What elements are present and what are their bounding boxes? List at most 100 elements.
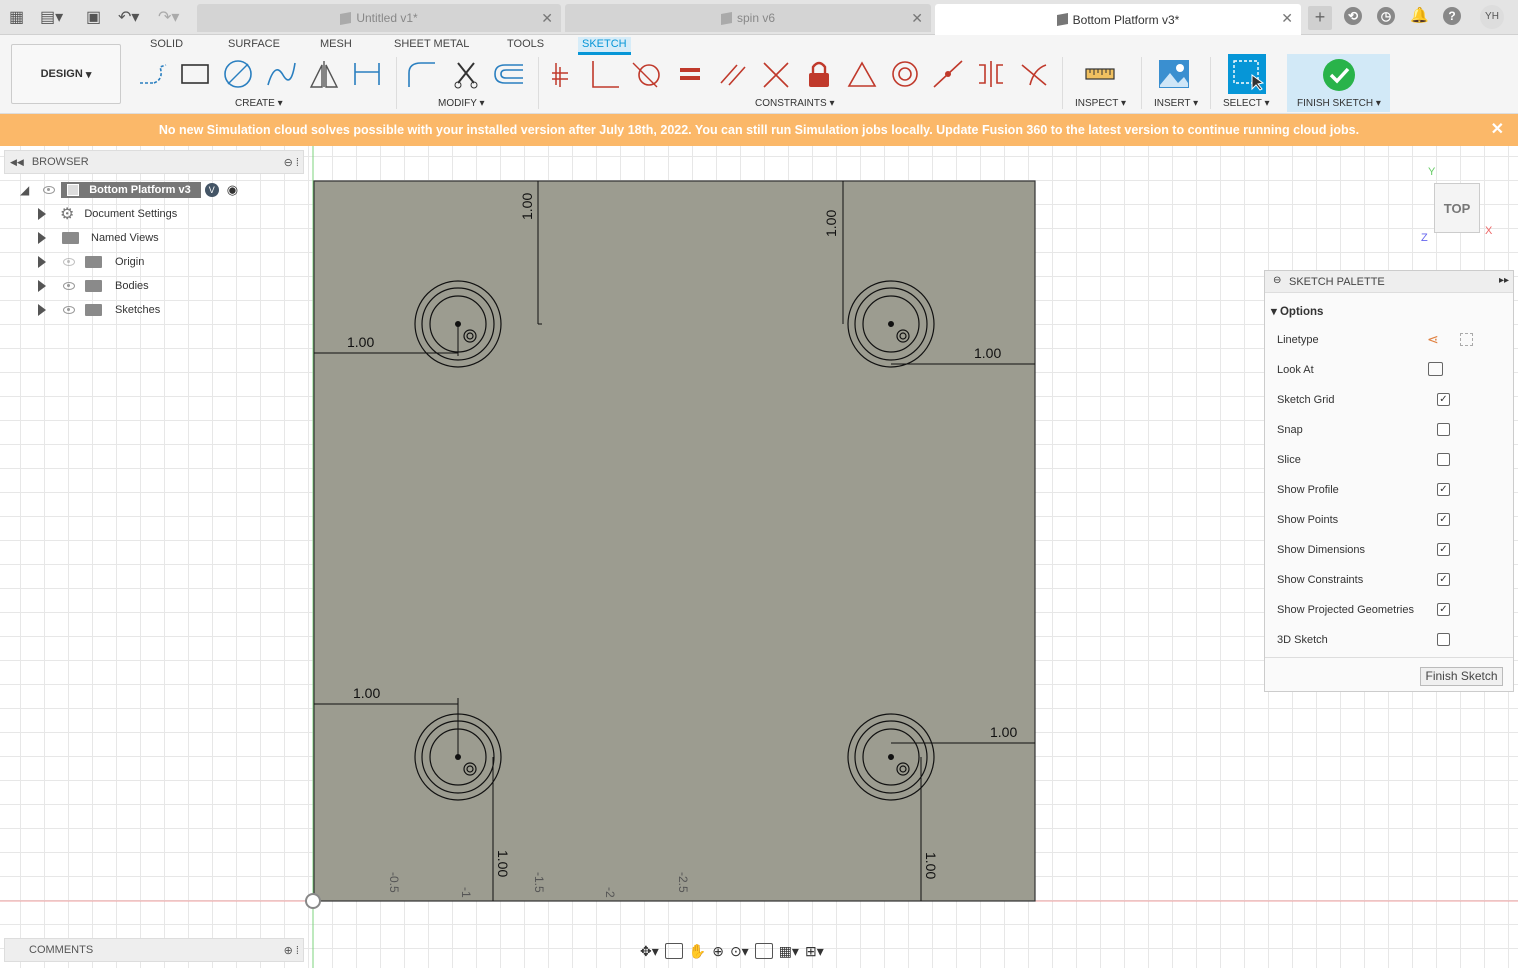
tab-spin[interactable]: spin v6 ✕ [565, 4, 931, 32]
select-icon[interactable] [1228, 54, 1266, 94]
tab-untitled[interactable]: Untitled v1* ✕ [197, 4, 561, 32]
offset-tool-icon[interactable] [492, 55, 526, 93]
expand-arrow-icon[interactable] [38, 256, 46, 268]
tab-bottom-platform[interactable]: Bottom Platform v3* ✕ [935, 4, 1301, 35]
finish-sketch-button[interactable]: FINISH SKETCH ▾ [1287, 54, 1390, 112]
banner-close-icon[interactable]: ✕ [1491, 114, 1504, 146]
minimize-icon[interactable]: ⊖ ⁞ [284, 156, 299, 169]
tab-sketch[interactable]: SKETCH [578, 37, 631, 55]
centerline-linetype-icon[interactable] [1460, 333, 1473, 346]
symmetry-icon[interactable] [974, 55, 1008, 93]
version-icon[interactable]: V [204, 183, 219, 197]
construction-linetype-icon[interactable]: ⋖ [1427, 331, 1439, 348]
show-profile-checkbox[interactable]: ✓ [1437, 483, 1450, 496]
hidden-eye-icon[interactable] [63, 258, 75, 266]
slice-checkbox[interactable] [1437, 453, 1450, 466]
job-status-icon[interactable]: ◷ [1377, 7, 1395, 25]
palette-header[interactable]: ⊖ SKETCH PALETTE ▸▸ [1265, 271, 1513, 293]
browser-panel-header[interactable]: ◀◀ BROWSER ⊖ ⁞ [4, 150, 304, 174]
perpendicular-icon[interactable] [588, 55, 622, 93]
fit-zoom-icon[interactable]: ⊙▾ [730, 943, 749, 960]
sketch-grid-checkbox[interactable]: ✓ [1437, 393, 1450, 406]
expand-arrow-icon[interactable] [38, 304, 46, 316]
expand-triangle-icon[interactable]: ◢ [20, 183, 29, 197]
rectangle-tool-icon[interactable] [178, 55, 212, 93]
options-section-header[interactable]: ▾ Options [1271, 304, 1323, 318]
redo-icon[interactable]: ↷▾ [158, 7, 179, 27]
activate-radio-icon[interactable]: ◉ [227, 182, 238, 198]
browser-item-sketches[interactable]: Sketches [38, 300, 160, 320]
parallel-icon[interactable] [716, 55, 750, 93]
close-icon[interactable]: ✕ [541, 10, 553, 27]
pan-hand-icon[interactable]: ✋ [689, 943, 706, 960]
create-group-label[interactable]: CREATE ▾ [235, 98, 283, 109]
visibility-eye-icon[interactable] [63, 306, 75, 314]
constraints-group-label[interactable]: CONSTRAINTS ▾ [755, 98, 834, 109]
undo-icon[interactable]: ↶▾ [118, 7, 139, 27]
workspace-switcher-button[interactable]: DESIGN ▾ [11, 44, 121, 104]
mirror-tool-icon[interactable] [307, 55, 341, 93]
select-group-label[interactable]: SELECT ▾ [1223, 98, 1270, 109]
modify-group-label[interactable]: MODIFY ▾ [438, 98, 485, 109]
tab-surface[interactable]: SURFACE [224, 37, 284, 55]
extensions-icon[interactable]: ⟲ [1344, 7, 1362, 25]
insert-image-icon[interactable] [1157, 55, 1191, 93]
show-constraints-checkbox[interactable]: ✓ [1437, 573, 1450, 586]
expand-panel-icon[interactable]: ▸▸ [1499, 275, 1509, 286]
visibility-eye-icon[interactable] [63, 282, 75, 290]
tab-mesh[interactable]: MESH [316, 37, 356, 55]
show-projected-geometries-checkbox[interactable]: ✓ [1437, 603, 1450, 616]
root-component[interactable]: Bottom Platform v3 [61, 182, 201, 198]
browser-item-named-views[interactable]: Named Views [38, 228, 159, 248]
expand-arrow-icon[interactable] [38, 208, 46, 220]
notifications-icon[interactable]: 🔔 [1410, 7, 1429, 25]
collinear-icon[interactable] [931, 55, 965, 93]
browser-item-origin[interactable]: Origin [38, 252, 144, 272]
measure-icon[interactable] [1083, 55, 1117, 93]
coincident-icon[interactable] [545, 55, 579, 93]
line-tool-icon[interactable] [135, 55, 169, 93]
file-menu-icon[interactable]: ▤▾ [40, 7, 63, 27]
app-grid-icon[interactable]: ▦ [9, 7, 24, 27]
save-icon[interactable]: ▣ [86, 7, 101, 27]
concentric-icon[interactable] [888, 55, 922, 93]
expand-arrow-icon[interactable] [38, 232, 46, 244]
look-at-icon[interactable] [1428, 362, 1443, 376]
grid-settings-icon[interactable]: ▦▾ [779, 943, 799, 960]
close-icon[interactable]: ✕ [1281, 10, 1293, 27]
comments-panel[interactable]: COMMENTS ⊕ ⁞ [4, 938, 304, 962]
midpoint-icon[interactable] [845, 55, 879, 93]
tab-tools[interactable]: TOOLS [503, 37, 548, 55]
fillet-tool-icon[interactable] [404, 55, 438, 93]
circle-tool-icon[interactable] [221, 55, 255, 93]
collapse-icon[interactable]: ◀◀ [10, 157, 24, 168]
display-settings-icon[interactable] [754, 943, 773, 959]
curvature-icon[interactable] [1017, 55, 1051, 93]
perpendicular-lines-icon[interactable] [759, 55, 793, 93]
add-comment-icon[interactable]: ⊕ ⁞ [284, 944, 299, 957]
zoom-icon[interactable]: ⊕ [712, 943, 724, 960]
visibility-eye-icon[interactable] [43, 186, 56, 194]
3d-sketch-checkbox[interactable] [1437, 633, 1450, 646]
browser-item-bodies[interactable]: Bodies [38, 276, 149, 296]
browser-root-row[interactable]: ◢ Bottom Platform v3 V ◉ [20, 180, 238, 200]
palette-minimize-icon[interactable]: ⊖ [1273, 275, 1281, 286]
tangent-icon[interactable] [630, 55, 664, 93]
snap-checkbox[interactable] [1437, 423, 1450, 436]
dimension-tool-icon[interactable] [350, 55, 384, 93]
spline-tool-icon[interactable] [264, 55, 298, 93]
show-dimensions-checkbox[interactable]: ✓ [1437, 543, 1450, 556]
viewports-icon[interactable]: ⊞▾ [805, 943, 824, 960]
close-icon[interactable]: ✕ [911, 10, 923, 27]
equal-icon[interactable] [673, 55, 707, 93]
look-at-icon[interactable] [664, 943, 683, 959]
finish-sketch-palette-button[interactable]: Finish Sketch [1420, 667, 1503, 686]
show-points-checkbox[interactable]: ✓ [1437, 513, 1450, 526]
new-tab-button[interactable]: + [1308, 6, 1332, 30]
browser-item-document-settings[interactable]: ⚙ Document Settings [38, 204, 177, 224]
orbit-icon[interactable]: ✥▾ [640, 943, 659, 960]
expand-arrow-icon[interactable] [38, 280, 46, 292]
avatar[interactable]: YH [1480, 5, 1504, 29]
trim-tool-icon[interactable] [449, 55, 483, 93]
viewcube[interactable]: TOP [1434, 183, 1480, 233]
